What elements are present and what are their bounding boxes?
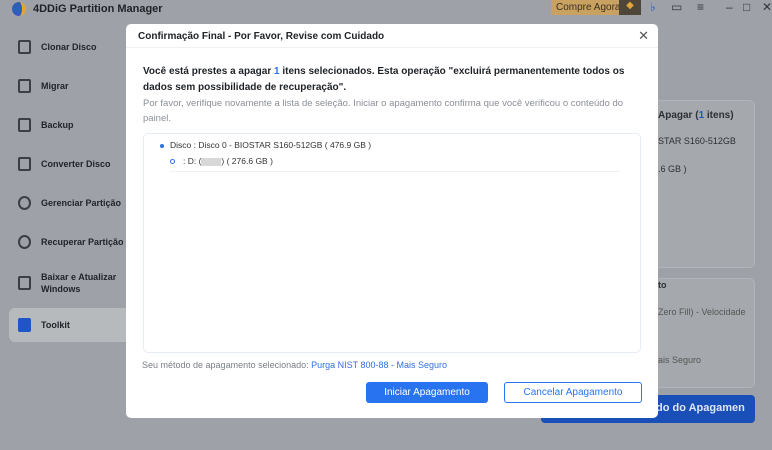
sidebar-item-recover[interactable]: Recuperar Partição: [9, 225, 139, 259]
sidebar-item-clone[interactable]: Clonar Disco: [9, 30, 139, 64]
key-icon[interactable]: ♭: [650, 0, 656, 14]
convert-disk-icon: [18, 157, 31, 171]
sidebar-item-label: Gerenciar Partição: [41, 198, 122, 208]
recover-partition-icon: [18, 235, 31, 249]
sidebar-item-backup[interactable]: Backup: [9, 108, 139, 142]
note-text: Por favor, verifique novamente a lista d…: [143, 98, 624, 124]
background-size-text: .6 GB ): [658, 164, 687, 174]
redacted-label: [201, 157, 222, 166]
buy-now-button[interactable]: Compre Agora ◆: [551, 0, 641, 15]
background-method-title: to: [658, 280, 667, 290]
sidebar-item-manage[interactable]: Gerenciar Partição: [9, 186, 139, 220]
title-bar: 4DDiG Partition Manager Compre Agora ◆ ♭ …: [0, 0, 772, 16]
background-panel-title: Apagar (1 itens): [658, 110, 734, 121]
background-option1: Zero Fill) - Velocidade: [658, 307, 746, 317]
sidebar-item-label: Toolkit: [41, 320, 70, 330]
maximize-icon[interactable]: □: [743, 0, 750, 14]
selected-method: Seu método de apagamento selecionado: Pu…: [142, 360, 448, 370]
clone-disk-icon: [18, 40, 31, 54]
sidebar-item-label: Backup: [41, 120, 74, 130]
method-value: Purga NIST 800-88 - Mais Seguro: [311, 360, 448, 370]
minimize-icon[interactable]: –: [726, 0, 733, 14]
warning-text: Você está prestes a apagar 1 itens selec…: [143, 66, 625, 93]
cancel-erase-button[interactable]: Cancelar Apagamento: [504, 382, 642, 403]
sidebar-item-windows[interactable]: Baixar e Atualizar Windows: [9, 266, 119, 300]
bullet-icon: [160, 143, 164, 148]
close-icon[interactable]: ✕: [638, 28, 649, 44]
diamond-icon: ◆: [619, 0, 641, 15]
close-window-icon[interactable]: ✕: [762, 0, 772, 14]
sidebar-item-label: Clonar Disco: [41, 42, 97, 52]
migrate-icon: [18, 79, 31, 93]
sidebar-item-label: Baixar e Atualizar Windows: [41, 272, 117, 294]
sidebar-item-label: Converter Disco: [41, 159, 111, 169]
backup-icon: [18, 118, 31, 132]
sidebar-item-migrate[interactable]: Migrar: [9, 69, 139, 103]
windows-download-icon: [18, 276, 31, 290]
dialog-title: Confirmação Final - Por Favor, Revise co…: [138, 31, 385, 42]
toolkit-icon: [18, 318, 31, 332]
sidebar-item-label: Migrar: [41, 81, 69, 91]
confirmation-dialog: Confirmação Final - Por Favor, Revise co…: [126, 24, 658, 418]
list-item-disk: Disco : Disco 0 - BIOSTAR S160-512GB ( 4…: [160, 140, 371, 150]
app-title: 4DDiG Partition Manager: [33, 3, 163, 15]
circle-bullet-icon: [170, 159, 175, 165]
sidebar: Clonar Disco Migrar Backup Converter Dis…: [0, 24, 139, 444]
feedback-icon[interactable]: ▭: [671, 0, 682, 14]
selection-list: Disco : Disco 0 - BIOSTAR S160-512GB ( 4…: [143, 133, 641, 353]
list-item-partition: : D: () ( 276.6 GB ): [170, 156, 620, 172]
sidebar-item-toolkit[interactable]: Toolkit: [9, 308, 139, 342]
app-logo-icon: [12, 2, 26, 16]
start-erase-button[interactable]: Iniciar Apagamento: [366, 382, 488, 403]
background-option2: ais Seguro: [658, 355, 702, 365]
sidebar-item-label: Recuperar Partição: [41, 237, 124, 247]
pie-chart-icon: [18, 196, 31, 210]
menu-icon[interactable]: ≡: [697, 0, 704, 14]
buy-now-label: Compre Agora: [556, 2, 621, 13]
sidebar-item-convert[interactable]: Converter Disco: [9, 147, 139, 181]
background-disk-text: STAR S160-512GB: [658, 136, 736, 146]
